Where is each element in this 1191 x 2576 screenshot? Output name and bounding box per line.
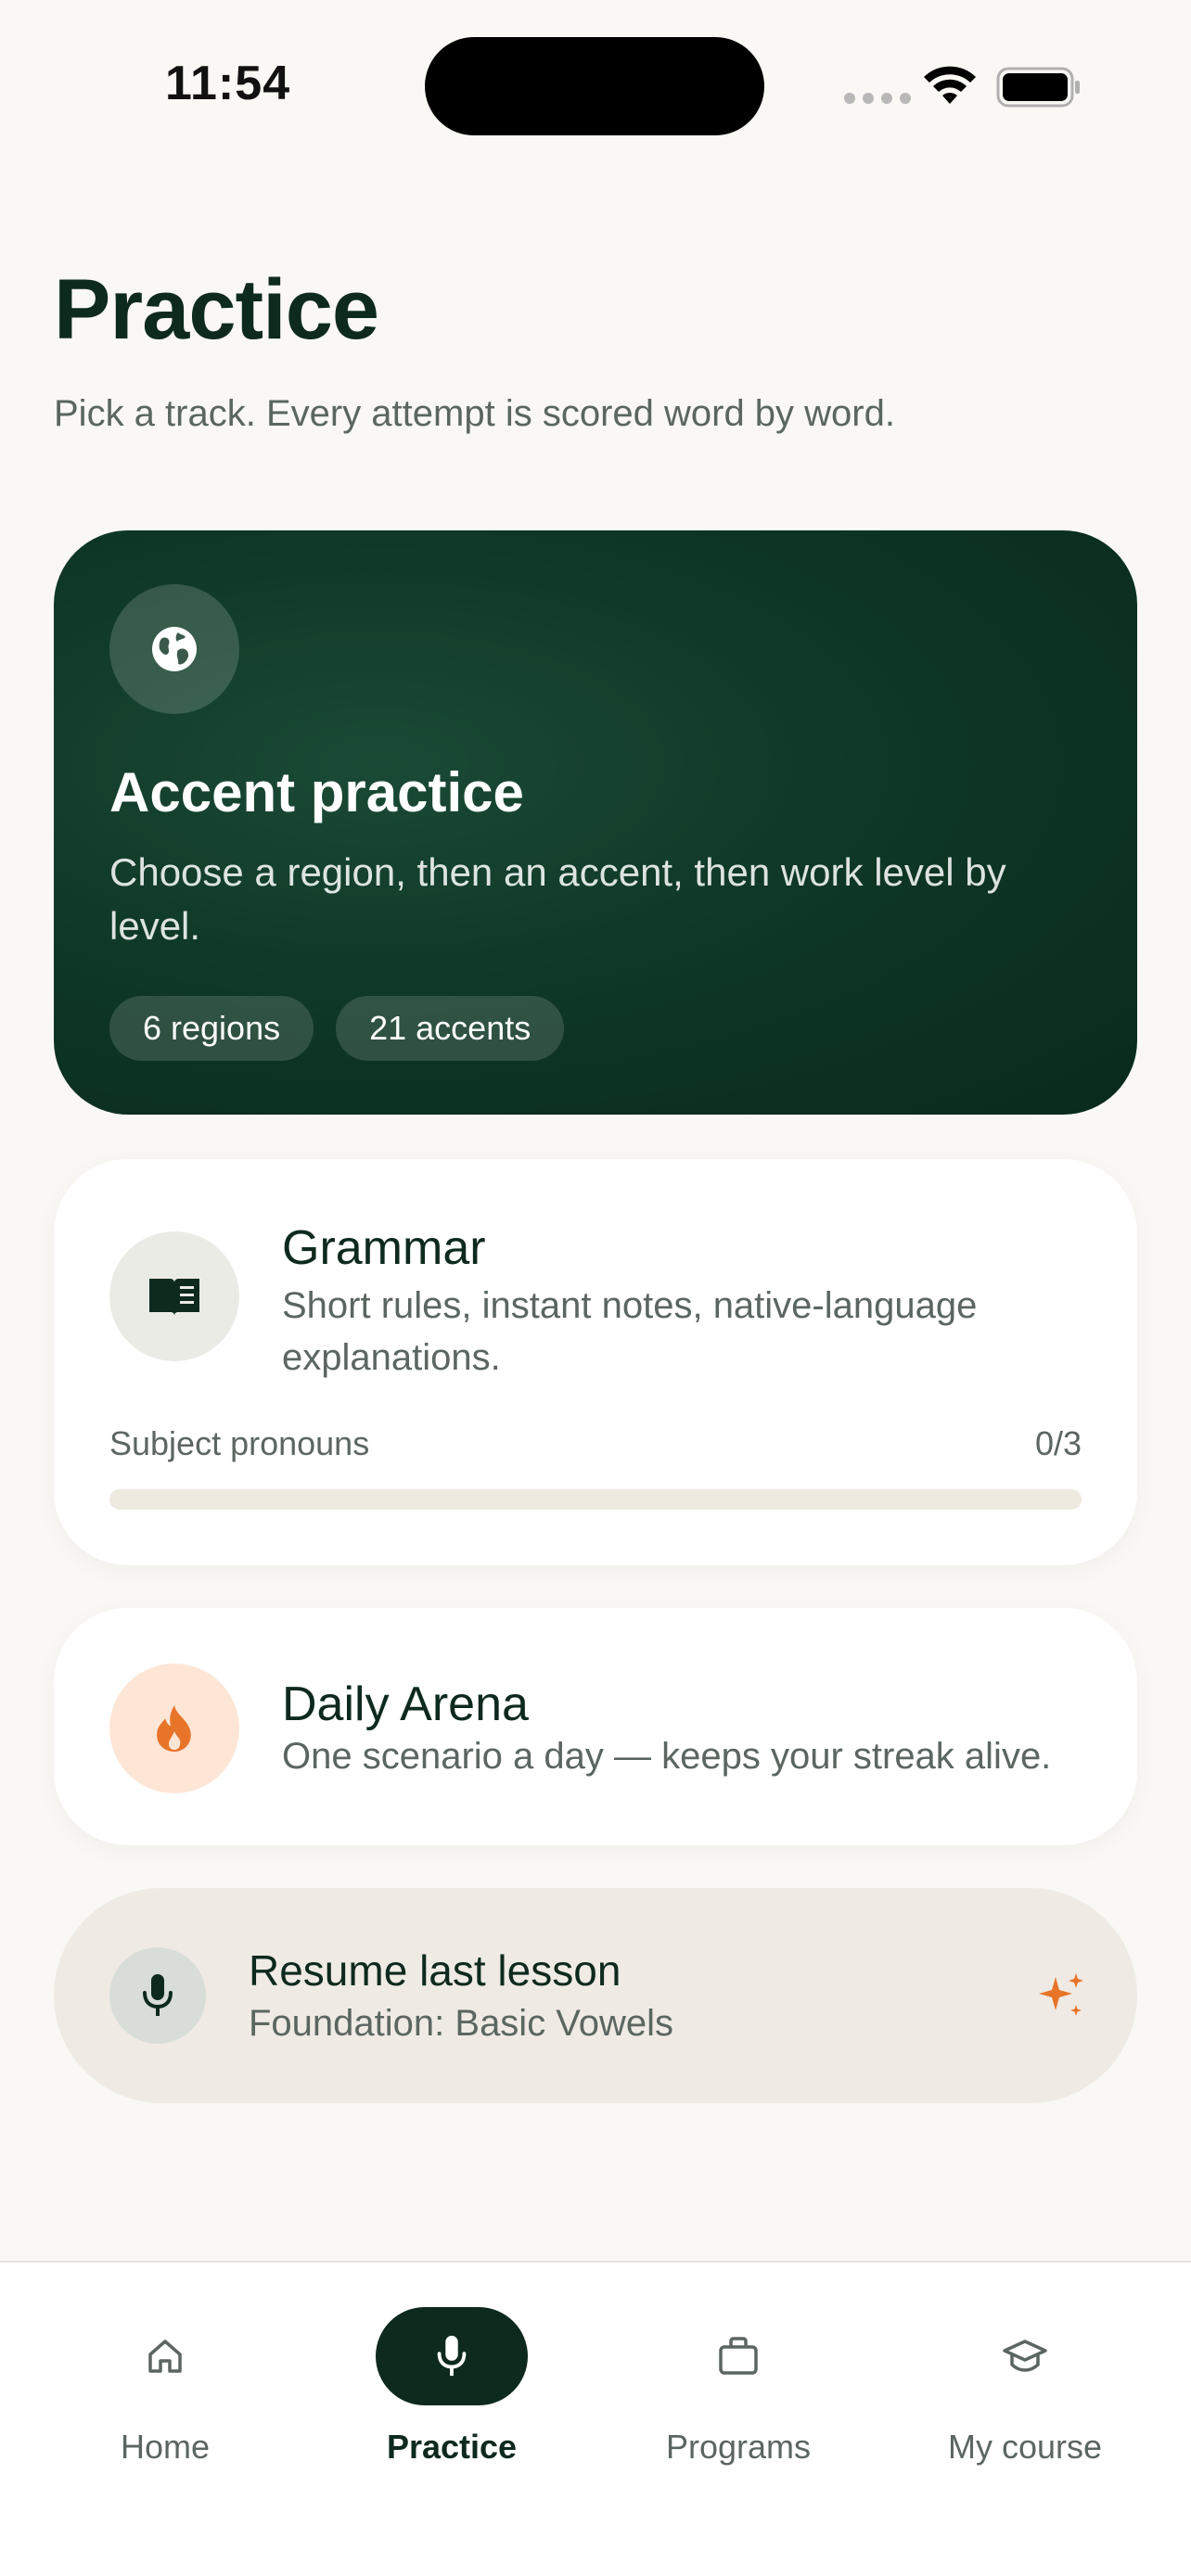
nav-item-programs[interactable]: Programs bbox=[599, 2307, 877, 2474]
grammar-progress-count: 0/3 bbox=[1034, 1424, 1082, 1462]
practice-screen: 11:54 Practice Pick a track. Every attem… bbox=[0, 0, 1191, 2576]
accent-card-description: Choose a region, then an accent, then wo… bbox=[109, 850, 1006, 948]
bottom-navigation: Home Practice Programs My course bbox=[0, 2261, 1191, 2576]
nav-label-home: Home bbox=[120, 2428, 211, 2466]
accent-card-title: Accent practice bbox=[109, 761, 524, 823]
nav-item-home[interactable]: Home bbox=[26, 2307, 304, 2474]
graduation-cap-icon bbox=[949, 2307, 1101, 2405]
home-icon bbox=[89, 2307, 241, 2405]
nav-label-programs: Programs bbox=[665, 2428, 812, 2466]
daily-arena-card[interactable]: Daily Arena One scenario a day — keeps y… bbox=[54, 1608, 1137, 1845]
flame-icon bbox=[109, 1664, 239, 1793]
nav-item-practice[interactable]: Practice bbox=[313, 2307, 591, 2474]
globe-icon bbox=[109, 584, 239, 714]
wifi-icon bbox=[924, 66, 976, 104]
grammar-progress-label: Subject pronouns bbox=[109, 1424, 370, 1462]
briefcase-icon bbox=[662, 2307, 814, 2405]
accent-practice-card[interactable]: Accent practice Choose a region, then an… bbox=[54, 530, 1137, 1115]
status-time: 11:54 bbox=[165, 57, 291, 110]
sparkle-icon bbox=[1039, 1973, 1083, 2016]
status-bar: 11:54 bbox=[0, 0, 1191, 167]
accents-chip: 21 accents bbox=[336, 996, 565, 1061]
grammar-title: Grammar bbox=[282, 1221, 486, 1275]
microphone-icon bbox=[109, 1947, 206, 2044]
battery-icon bbox=[996, 67, 1080, 108]
daily-arena-title: Daily Arena bbox=[282, 1677, 529, 1731]
resume-lesson-title: Resume last lesson bbox=[249, 1946, 621, 1995]
nav-label-my-course: My course bbox=[947, 2428, 1103, 2466]
grammar-card[interactable]: Grammar Short rules, instant notes, nati… bbox=[54, 1159, 1137, 1565]
grammar-progress-bar bbox=[109, 1489, 1082, 1510]
nav-label-practice: Practice bbox=[386, 2428, 518, 2466]
cellular-signal-icon bbox=[844, 93, 911, 104]
resume-lesson-subtitle: Foundation: Basic Vowels bbox=[249, 2003, 674, 2044]
page-title: Practice bbox=[54, 262, 379, 357]
accent-card-chips: 6 regions 21 accents bbox=[109, 996, 565, 1061]
resume-lesson-card[interactable]: Resume last lesson Foundation: Basic Vow… bbox=[54, 1888, 1137, 2103]
microphone-icon bbox=[376, 2307, 528, 2405]
grammar-description: Short rules, instant notes, native-langu… bbox=[282, 1285, 978, 1378]
dynamic-island bbox=[425, 37, 764, 135]
page-subtitle: Pick a track. Every attempt is scored wo… bbox=[54, 393, 895, 434]
daily-arena-description: One scenario a day — keeps your streak a… bbox=[282, 1736, 1052, 1777]
book-icon bbox=[109, 1231, 239, 1361]
nav-item-my-course[interactable]: My course bbox=[886, 2307, 1164, 2474]
regions-chip: 6 regions bbox=[109, 996, 314, 1061]
